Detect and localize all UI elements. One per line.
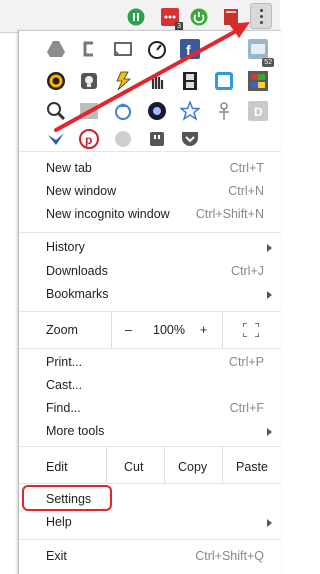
app-badge: 52 bbox=[262, 58, 274, 67]
menu-item-label: Downloads bbox=[46, 264, 108, 278]
drop-icon[interactable] bbox=[113, 101, 133, 121]
pinterest-icon[interactable]: p bbox=[79, 129, 99, 149]
menu-item-shortcut: Ctrl+Shift+Q bbox=[195, 549, 264, 563]
menu-item-find[interactable]: Find... Ctrl+F bbox=[19, 397, 281, 420]
menu-item-bookmarks[interactable]: Bookmarks bbox=[19, 283, 281, 306]
divider bbox=[19, 539, 281, 540]
menu-item-shortcut: Ctrl+N bbox=[228, 184, 264, 198]
cast-icon[interactable] bbox=[113, 39, 133, 59]
menu-item-new-window[interactable]: New window Ctrl+N bbox=[19, 180, 281, 203]
chevron-right-icon bbox=[267, 291, 272, 299]
menu-item-new-incognito[interactable]: New incognito window Ctrl+Shift+N bbox=[19, 203, 281, 226]
blank-icon[interactable] bbox=[214, 39, 234, 59]
chrome-main-menu: f 52 D p New tab Ctrl+T New window Ctrl+… bbox=[18, 30, 281, 574]
zoom-in-button[interactable]: + bbox=[200, 323, 207, 337]
chrome-menu-button[interactable] bbox=[250, 3, 272, 29]
d-letter-icon[interactable]: D bbox=[248, 101, 268, 121]
menu-item-more-tools[interactable]: More tools bbox=[19, 420, 281, 443]
divider bbox=[106, 447, 107, 483]
menu-item-help[interactable]: Help bbox=[19, 511, 281, 534]
v-bird-icon[interactable] bbox=[46, 129, 66, 149]
divider bbox=[19, 151, 281, 152]
menu-item-label: Help bbox=[46, 515, 72, 529]
divider bbox=[222, 312, 223, 348]
menu-item-label: New incognito window bbox=[46, 207, 170, 221]
edit-label: Edit bbox=[46, 460, 68, 474]
menu-item-shortcut: Ctrl+P bbox=[228, 355, 264, 369]
browser-toolbar: 3 bbox=[0, 0, 280, 33]
menu-item-print[interactable]: Print... Ctrl+P bbox=[19, 351, 281, 374]
grid-ext-icon[interactable]: 3 bbox=[161, 8, 183, 31]
menu-item-cast[interactable]: Cast... bbox=[19, 374, 281, 397]
facebook-icon[interactable]: f bbox=[180, 39, 200, 59]
film-icon[interactable] bbox=[180, 71, 200, 91]
menu-item-label: Bookmarks bbox=[46, 287, 109, 301]
zoom-label: Zoom bbox=[46, 323, 78, 337]
fullscreen-icon[interactable] bbox=[242, 322, 260, 338]
chevron-right-icon bbox=[267, 428, 272, 436]
menu-item-label: Cast... bbox=[46, 378, 83, 392]
menu-item-label: New window bbox=[46, 184, 117, 198]
menu-item-label: Print... bbox=[46, 355, 83, 369]
zoom-row: Zoom – 100% + bbox=[19, 312, 281, 348]
ankh-icon[interactable] bbox=[214, 101, 234, 121]
menu-item-history[interactable]: History bbox=[19, 236, 281, 259]
zoom-out-button[interactable]: – bbox=[125, 323, 132, 337]
zoom-level: 100% bbox=[153, 323, 185, 337]
menu-item-shortcut: Ctrl+F bbox=[229, 401, 264, 415]
plug-icon[interactable] bbox=[147, 129, 167, 149]
chevron-right-icon bbox=[267, 244, 272, 252]
pocket-icon[interactable] bbox=[180, 129, 200, 149]
menu-item-new-tab[interactable]: New tab Ctrl+T bbox=[19, 157, 281, 180]
frame-icon[interactable] bbox=[214, 71, 234, 91]
menu-item-label: History bbox=[46, 240, 85, 254]
svg-text:D: D bbox=[254, 105, 263, 119]
menu-item-shortcut: Ctrl+Shift+N bbox=[195, 207, 264, 221]
menu-item-shortcut: Ctrl+T bbox=[229, 161, 264, 175]
book-ext-icon[interactable] bbox=[222, 8, 240, 26]
bolt-icon[interactable] bbox=[113, 71, 133, 91]
divider bbox=[19, 348, 281, 349]
planet-icon[interactable] bbox=[147, 101, 167, 121]
divider bbox=[164, 447, 165, 483]
settings-highlight-box bbox=[22, 485, 112, 511]
cut-button[interactable]: Cut bbox=[124, 460, 143, 474]
speed-icon[interactable] bbox=[147, 39, 167, 59]
menu-item-label: Exit bbox=[46, 549, 67, 563]
drive-icon[interactable] bbox=[46, 39, 66, 59]
copy-button[interactable]: Copy bbox=[178, 460, 207, 474]
menu-item-label: More tools bbox=[46, 424, 105, 438]
divider bbox=[222, 447, 223, 483]
svg-text:f: f bbox=[186, 42, 191, 58]
power-ext-icon[interactable] bbox=[190, 8, 208, 26]
circle-icon[interactable] bbox=[113, 129, 133, 149]
divider bbox=[19, 483, 281, 484]
menu-item-exit[interactable]: Exit Ctrl+Shift+Q bbox=[19, 545, 281, 568]
menu-item-downloads[interactable]: Downloads Ctrl+J bbox=[19, 260, 281, 283]
star-icon[interactable] bbox=[178, 99, 202, 121]
lightbulb-icon[interactable] bbox=[79, 71, 99, 91]
divider bbox=[19, 232, 281, 233]
magnifier-icon[interactable] bbox=[46, 101, 66, 121]
gallery-icon[interactable]: 52 bbox=[248, 39, 274, 67]
svg-text:p: p bbox=[85, 133, 92, 147]
bracket-icon[interactable] bbox=[79, 39, 99, 59]
divider bbox=[111, 312, 112, 348]
pause-ext-icon[interactable] bbox=[127, 8, 145, 26]
hand-icon[interactable] bbox=[147, 71, 167, 91]
edit-row: Edit Cut Copy Paste bbox=[19, 447, 281, 483]
flag-icon[interactable] bbox=[248, 71, 268, 91]
image-icon[interactable] bbox=[79, 101, 99, 121]
menu-item-label: Find... bbox=[46, 401, 81, 415]
menu-item-label: New tab bbox=[46, 161, 92, 175]
menu-item-shortcut: Ctrl+J bbox=[231, 264, 264, 278]
paste-button[interactable]: Paste bbox=[236, 460, 268, 474]
chevron-right-icon bbox=[267, 519, 272, 527]
color-wheel-icon[interactable] bbox=[46, 71, 66, 91]
